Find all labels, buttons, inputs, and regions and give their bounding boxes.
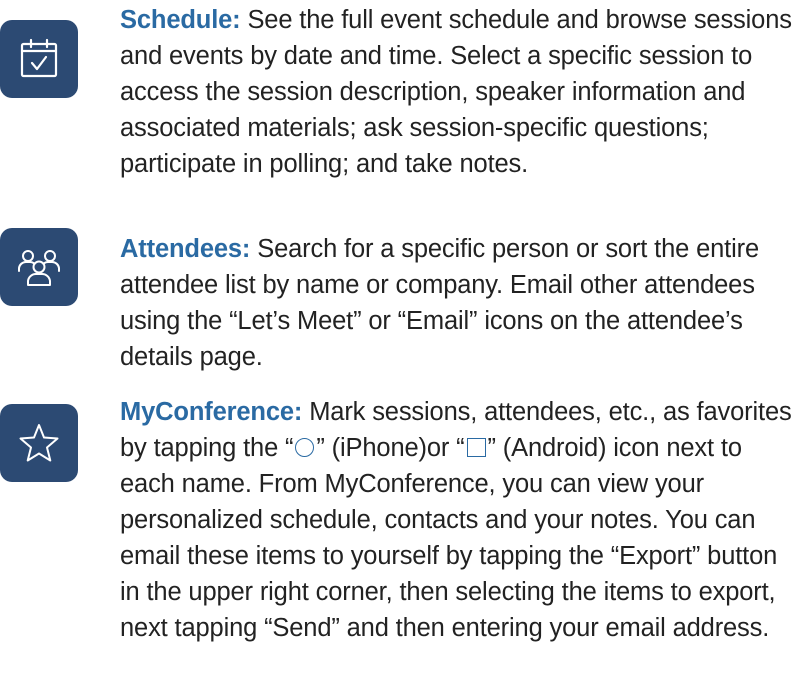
myconference-body-part2: ” (iPhone)or “ <box>316 434 465 462</box>
favorite-circle-icon <box>295 438 315 457</box>
attendees-description: Attendees: Search for a specific person … <box>120 231 796 375</box>
schedule-item: Schedule: See the full event schedule an… <box>0 0 798 210</box>
attendees-group-icon <box>18 250 60 286</box>
schedule-icon-tile <box>0 20 78 98</box>
schedule-title: Schedule: <box>120 6 241 34</box>
schedule-description: Schedule: See the full event schedule an… <box>120 2 796 182</box>
myconference-item: MyConference: Mark sessions, attendees, … <box>0 394 798 680</box>
myconference-body-part3: ” (Android) icon next to each name. From… <box>120 434 778 642</box>
myconference-description: MyConference: Mark sessions, attendees, … <box>120 394 796 646</box>
favorite-square-icon <box>466 438 486 457</box>
star-icon <box>19 424 59 462</box>
attendees-title: Attendees: <box>120 235 251 263</box>
calendar-check-icon <box>20 38 58 78</box>
attendees-icon-tile <box>0 228 78 306</box>
attendees-item: Attendees: Search for a specific person … <box>0 228 798 388</box>
myconference-title: MyConference: <box>120 398 303 426</box>
myconference-icon-tile <box>0 404 78 482</box>
